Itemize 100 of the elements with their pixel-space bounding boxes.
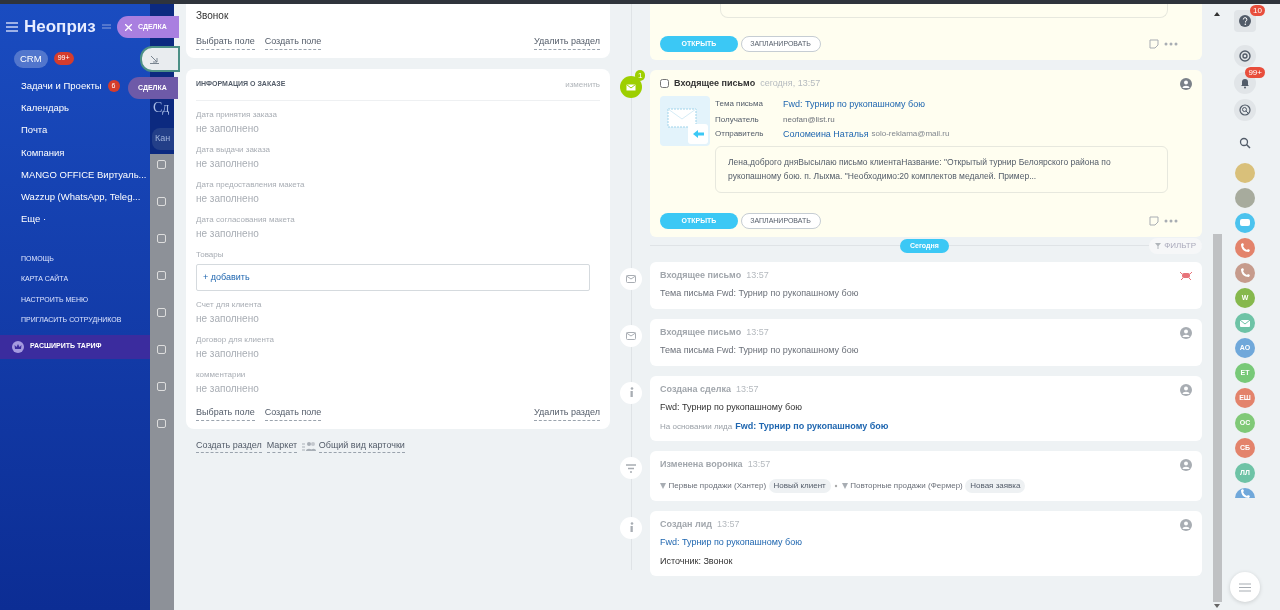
funnel-icon bbox=[841, 482, 848, 489]
field-link[interactable]: Fwd: Турнир по рукопашному бою bbox=[783, 97, 925, 111]
chat-search-button[interactable] bbox=[1234, 99, 1256, 121]
chat-search-icon bbox=[1239, 104, 1251, 116]
field-link[interactable]: Создать поле bbox=[264, 35, 322, 50]
menu-icon[interactable] bbox=[6, 21, 18, 32]
row-checkbox[interactable] bbox=[157, 159, 166, 169]
delete-link[interactable]: Удалить раздел bbox=[534, 35, 600, 50]
collapse-tab-button[interactable] bbox=[140, 46, 180, 72]
row-checkbox[interactable] bbox=[157, 270, 166, 280]
reference-label: На основании лида bbox=[660, 421, 733, 431]
menu-item[interactable]: MANGO OFFICE Виртуаль... bbox=[0, 163, 149, 186]
more-icon[interactable] bbox=[1164, 218, 1178, 223]
phone-avatar[interactable] bbox=[1235, 263, 1255, 283]
phone-icon bbox=[1239, 267, 1251, 279]
footer-link[interactable]: Маркет bbox=[266, 438, 298, 453]
menu-item[interactable]: Еще · bbox=[0, 208, 49, 231]
field-value: не заполнено bbox=[196, 191, 260, 206]
row-checkbox[interactable] bbox=[157, 381, 166, 391]
phone-avatar[interactable] bbox=[1235, 238, 1255, 258]
field-value: solo-reklama@mail.ru bbox=[871, 128, 950, 140]
field-link[interactable]: Создать поле bbox=[264, 406, 322, 421]
menu-item[interactable]: Компания bbox=[0, 141, 67, 164]
envelope-icon bbox=[626, 273, 636, 284]
field-label: Товары bbox=[196, 248, 225, 261]
activity-title: Изменена воронка bbox=[660, 458, 743, 472]
field-link[interactable]: Выбрать поле bbox=[196, 35, 255, 50]
target-button[interactable] bbox=[1234, 45, 1256, 67]
scrollbar[interactable] bbox=[1213, 234, 1222, 602]
funnel-icon bbox=[660, 482, 666, 489]
field-label: комментарии bbox=[196, 369, 247, 381]
collapse-icon bbox=[150, 54, 159, 64]
scroll-up-icon[interactable] bbox=[1214, 12, 1220, 16]
activity-time: 13:57 bbox=[717, 517, 740, 531]
row-checkbox[interactable] bbox=[157, 344, 166, 354]
lead-link[interactable]: Fwd: Турнир по рукопашному бою bbox=[660, 537, 802, 548]
checkbox[interactable] bbox=[660, 79, 669, 89]
field-label: Дата принятия заказа bbox=[196, 108, 278, 121]
filter-field: Кан bbox=[152, 128, 174, 150]
field-label: Счет для клиента bbox=[196, 299, 263, 311]
activity-time: 13:57 bbox=[746, 325, 769, 339]
activity-title: Входящее письмо bbox=[660, 268, 742, 282]
field-value: не заполнено bbox=[196, 347, 260, 361]
stage-label: Новый клиент bbox=[768, 478, 831, 493]
field-value: не заполнено bbox=[196, 121, 260, 136]
field-link[interactable]: Соломеина Наталья bbox=[783, 128, 869, 142]
info-icon bbox=[628, 522, 634, 534]
field-label: Получатель bbox=[715, 113, 760, 126]
field-value: не заполнено bbox=[196, 156, 260, 171]
menu-item[interactable]: Почта bbox=[0, 119, 50, 142]
group-photo[interactable] bbox=[1235, 163, 1255, 183]
row-checkbox[interactable] bbox=[157, 418, 166, 428]
footer-link[interactable]: Создать раздел bbox=[196, 438, 262, 453]
logo-text: Неоприз bbox=[24, 16, 96, 38]
note-icon[interactable] bbox=[1149, 215, 1159, 226]
crown-icon bbox=[12, 340, 24, 353]
stage-label: Новая заявка bbox=[965, 478, 1026, 493]
funnel-name: Повторные продажи (Фермер) bbox=[850, 479, 963, 492]
add-product-field[interactable]: + добавить bbox=[196, 263, 590, 291]
menu-item[interactable]: Календарь bbox=[0, 97, 71, 120]
person-photo[interactable] bbox=[1235, 188, 1255, 208]
swap-icon[interactable] bbox=[101, 23, 111, 31]
field-label: Договор для клиента bbox=[196, 334, 275, 346]
lead-link[interactable]: Fwd: Турнир по рукопашному бою bbox=[735, 420, 889, 431]
field-value: не заполнено bbox=[196, 382, 260, 396]
target-icon bbox=[1239, 50, 1251, 62]
close-icon bbox=[125, 23, 132, 31]
activity-title: Входящее письмо bbox=[674, 77, 756, 90]
note-icon[interactable] bbox=[1149, 39, 1159, 49]
field-label: Дата предоставления макета bbox=[196, 178, 306, 191]
scroll-down-icon[interactable] bbox=[1214, 604, 1220, 608]
card-view-link[interactable]: Общий вид карточки bbox=[302, 438, 405, 453]
phone-avatar[interactable] bbox=[1235, 488, 1255, 498]
counter-badge: 10 bbox=[1250, 5, 1265, 16]
funnel-icon bbox=[626, 463, 636, 473]
envelope-icon bbox=[626, 330, 636, 341]
row-checkbox[interactable] bbox=[157, 233, 166, 243]
counter-badge: 1 bbox=[635, 70, 646, 81]
user-icon bbox=[1180, 77, 1192, 90]
field-link[interactable]: Выбрать поле bbox=[196, 406, 255, 421]
activity-time: сегодня, 13:57 bbox=[760, 77, 821, 90]
field-label: Отправитель bbox=[715, 128, 765, 140]
activity-text: Тема письма Fwd: Турнир по рукопашному бою bbox=[660, 288, 859, 299]
mail-icon bbox=[620, 76, 642, 98]
menu-item[interactable]: Wazzup (WhatsApp, Teleg... bbox=[0, 186, 143, 209]
field-value: не заполнено bbox=[196, 226, 260, 241]
chat-avatar[interactable] bbox=[1235, 213, 1255, 233]
more-icon[interactable] bbox=[1164, 42, 1178, 46]
row-checkbox[interactable] bbox=[157, 307, 166, 317]
filter-icon bbox=[1155, 242, 1162, 249]
mail-icon bbox=[1239, 317, 1251, 329]
field-value: Звонок bbox=[196, 9, 230, 23]
menu-button[interactable] bbox=[1230, 572, 1260, 602]
mail-avatar[interactable] bbox=[1235, 313, 1255, 333]
delete-link[interactable]: Удалить раздел bbox=[534, 406, 600, 421]
envelope-drawing bbox=[660, 95, 710, 146]
activity-time: 13:57 bbox=[746, 268, 769, 282]
row-checkbox[interactable] bbox=[157, 196, 166, 206]
activity-title: Входящее письмо bbox=[660, 325, 742, 339]
activity-title: Создан лид bbox=[660, 517, 712, 531]
